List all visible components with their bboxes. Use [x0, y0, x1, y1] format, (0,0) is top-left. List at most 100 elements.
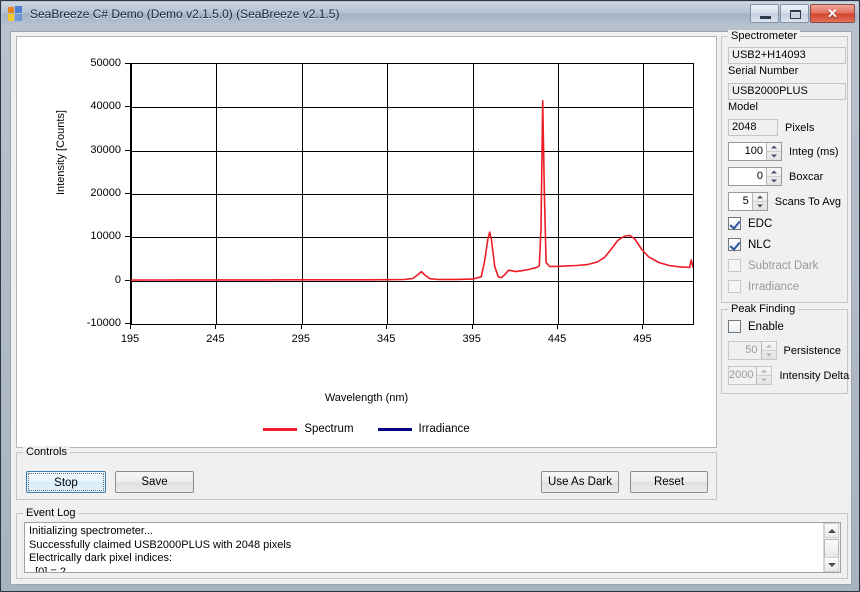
x-tick-label: 395: [462, 333, 481, 345]
boxcar-label: Boxcar: [789, 170, 824, 183]
nlc-checkbox[interactable]: [728, 238, 741, 251]
spectrum-chart[interactable]: Intensity [Counts] -10000 0 10000 20000 3000…: [16, 36, 717, 448]
intensity-delta-stepper: 2000: [728, 366, 773, 385]
event-log-box[interactable]: Initializing spectrometer... Successfull…: [24, 522, 841, 573]
subtract-dark-checkbox-row: Subtract Dark: [728, 259, 841, 272]
scans-to-avg-row: 5 Scans To Avg: [728, 192, 841, 211]
controls-group: Controls Stop Save Use As Dark Reset: [16, 446, 717, 500]
intensity-delta-label: Intensity Delta: [779, 369, 850, 382]
client-area: Intensity [Counts] -10000 0 10000 20000 3000…: [10, 30, 852, 585]
integration-time-label: Integ (ms): [789, 145, 839, 158]
subtract-dark-label: Subtract Dark: [748, 259, 819, 272]
spin-down-icon: [762, 351, 776, 359]
model-label: Model: [728, 101, 758, 113]
spectrometer-group: Spectrometer USB2+H14093 Serial Number U…: [721, 30, 848, 303]
edc-checkbox-row[interactable]: EDC: [728, 217, 841, 230]
y-tick-label: 50000: [90, 57, 121, 69]
scans-to-avg-stepper[interactable]: 5: [728, 192, 768, 211]
peak-finding-group-title: Peak Finding: [728, 303, 799, 315]
spin-up-icon: [767, 168, 781, 177]
nlc-checkbox-row[interactable]: NLC: [728, 238, 841, 251]
spin-up-icon: [761, 342, 776, 351]
close-button[interactable]: ✕: [810, 4, 855, 23]
integration-time-arrows[interactable]: [766, 143, 781, 160]
controls-group-title: Controls: [23, 446, 70, 458]
spin-up-icon: [757, 367, 772, 376]
serial-number-field[interactable]: USB2+H14093: [728, 47, 846, 64]
legend-label: Spectrum: [304, 423, 354, 435]
peak-finding-group: Peak Finding Enable 50 Persistence 2000: [721, 303, 849, 394]
scans-to-avg-arrows[interactable]: [751, 193, 767, 210]
scrollbar-thumb[interactable]: [824, 539, 839, 559]
boxcar-stepper[interactable]: 0: [728, 167, 782, 186]
subtract-dark-checkbox: [728, 259, 741, 272]
spin-down-icon: [767, 177, 781, 185]
peak-enable-label: Enable: [748, 320, 784, 333]
legend-entry: Spectrum: [263, 423, 354, 435]
serial-number-label: Serial Number: [728, 65, 799, 77]
close-icon: ✕: [827, 6, 838, 21]
x-tick-label: 495: [633, 333, 652, 345]
maximize-button[interactable]: [780, 4, 809, 23]
intensity-delta-arrows: [756, 367, 772, 384]
integration-time-stepper[interactable]: 100: [728, 142, 782, 161]
x-tick-label: 345: [377, 333, 396, 345]
irradiance-checkbox-row: Irradiance: [728, 280, 841, 293]
title-bar: SeaBreeze C# Demo (Demo v2.1.5.0) (SeaBr…: [2, 2, 858, 26]
x-tick-label: 195: [120, 333, 140, 345]
chart-legend: Spectrum Irradiance: [17, 423, 716, 435]
legend-swatch: [263, 427, 298, 431]
reset-button[interactable]: Reset: [630, 471, 708, 493]
pixels-field: 2048: [728, 119, 778, 136]
integration-row: 100 Integ (ms): [728, 142, 841, 161]
event-log-group: Event Log Initializing spectrometer... S…: [16, 507, 848, 579]
y-tick-label: -10000: [86, 317, 121, 329]
peak-enable-checkbox[interactable]: [728, 320, 741, 333]
scroll-up-icon[interactable]: [824, 523, 839, 538]
stop-button[interactable]: Stop: [26, 471, 106, 493]
legend-label: Irradiance: [418, 423, 470, 435]
spin-up-icon: [767, 143, 781, 152]
irradiance-label: Irradiance: [748, 280, 800, 293]
spin-down-icon: [767, 152, 781, 160]
spectrum-trace: [131, 100, 693, 281]
window-title: SeaBreeze C# Demo (Demo v2.1.5.0) (SeaBr…: [30, 7, 340, 21]
persistence-value: 50: [745, 344, 758, 356]
stop-button-label: Stop: [28, 473, 104, 491]
spin-down-icon: [753, 202, 767, 210]
y-tick-label: 10000: [90, 230, 121, 243]
settings-sidebar: Spectrometer USB2+H14093 Serial Number U…: [721, 30, 849, 400]
spin-down-icon: [757, 376, 771, 384]
use-as-dark-button[interactable]: Use As Dark: [541, 471, 619, 493]
pixels-label: Pixels: [785, 121, 815, 134]
save-button[interactable]: Save: [115, 471, 194, 493]
minimize-button[interactable]: [750, 4, 779, 23]
edc-checkbox[interactable]: [728, 217, 741, 230]
y-tick-label: 20000: [90, 187, 121, 199]
event-log-group-title: Event Log: [23, 507, 79, 519]
event-log-scrollbar[interactable]: [823, 523, 840, 572]
boxcar-value: 0: [756, 170, 763, 182]
boxcar-arrows[interactable]: [766, 168, 781, 185]
persistence-row: 50 Persistence: [728, 341, 841, 360]
x-tick-label: 245: [206, 333, 225, 345]
model-field[interactable]: USB2000PLUS: [728, 83, 846, 100]
window-buttons: ✕: [749, 4, 855, 23]
series-spectrum: [131, 100, 693, 281]
app-icon: [8, 6, 24, 22]
peak-enable-checkbox-row[interactable]: Enable: [728, 320, 841, 333]
nlc-label: NLC: [748, 238, 772, 251]
plot-area: [130, 63, 694, 325]
legend-swatch: [377, 427, 412, 431]
boxcar-row: 0 Boxcar: [728, 167, 841, 186]
spin-up-icon: [752, 193, 767, 202]
integration-time-value: 100: [744, 145, 763, 157]
event-log-text: Initializing spectrometer... Successfull…: [29, 525, 292, 573]
minimize-icon: [760, 16, 771, 19]
y-tick-label: 30000: [90, 143, 121, 156]
spectrometer-group-title: Spectrometer: [728, 30, 801, 42]
scans-to-avg-label: Scans To Avg: [774, 195, 841, 208]
intensity-delta-row: 2000 Intensity Delta: [728, 366, 849, 385]
scroll-down-icon[interactable]: [824, 557, 839, 572]
y-tick-label: 40000: [90, 100, 121, 113]
